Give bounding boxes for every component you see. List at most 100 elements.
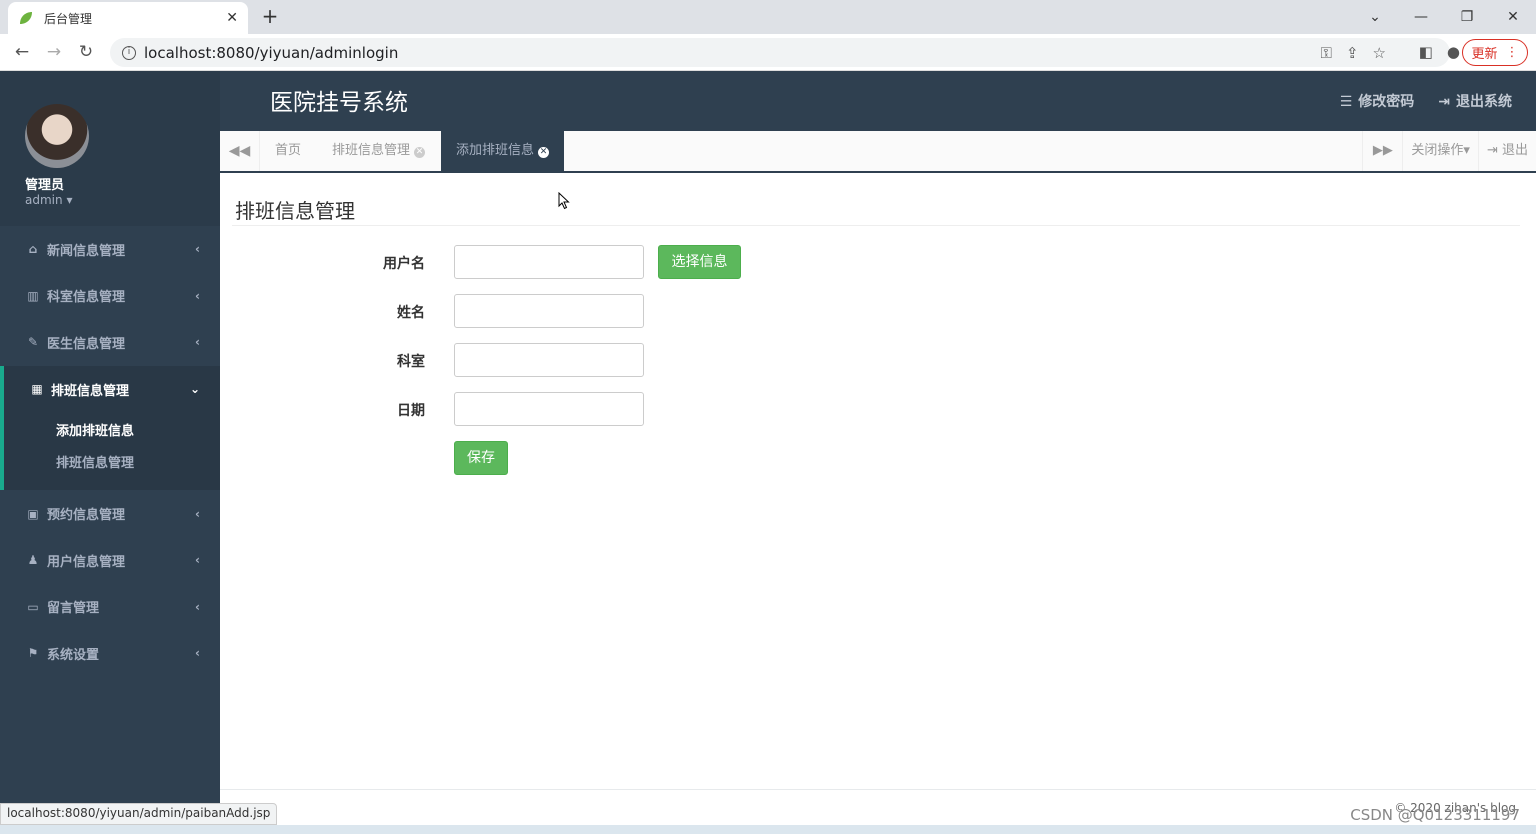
user-role-dropdown[interactable]: admin ▾: [25, 193, 72, 207]
browser-tab[interactable]: 后台管理 ✕: [8, 2, 248, 34]
date-input[interactable]: [454, 392, 644, 426]
submenu-item-schedule-manage[interactable]: 排班信息管理: [56, 448, 220, 480]
sidebar-item-messages[interactable]: ▭ 留言管理 ‹: [0, 584, 220, 631]
home-icon: ⌂: [28, 242, 38, 257]
chevron-left-icon: ‹: [195, 646, 200, 661]
back-icon[interactable]: ←: [10, 41, 34, 65]
sidebar-item-doctors[interactable]: ✎ 医生信息管理 ‹: [0, 319, 220, 366]
sign-out-icon: ⇥: [1438, 94, 1450, 110]
link-status-bar: localhost:8080/yiyuan/admin/paibanAdd.js…: [0, 803, 278, 825]
main-content: 排班信息管理 用户名 选择信息 姓名 科室 日期 保存: [220, 175, 1536, 789]
exit-tab-button[interactable]: ⇥ 退出: [1477, 131, 1536, 171]
sidebar-item-label: 排班信息管理: [51, 383, 130, 399]
tabs-scroll-left-icon[interactable]: ◀◀: [220, 131, 260, 171]
profile-block: 管理员 admin ▾: [0, 71, 220, 226]
sidebar-item-appointments[interactable]: ▣ 预约信息管理 ‹: [0, 490, 220, 537]
chevron-left-icon: ‹: [195, 599, 200, 614]
os-taskbar: [0, 825, 1536, 834]
tab-label: 首页: [275, 143, 302, 158]
spring-leaf-icon: [20, 12, 32, 24]
chevron-left-icon: ‹: [195, 506, 200, 521]
site-title: 医院挂号系统: [270, 90, 408, 116]
bar-chart-icon: ▥: [27, 288, 39, 303]
url-action-icons: ⚿ ⇪ ☆: [1321, 44, 1386, 62]
close-tab-icon[interactable]: ✕: [538, 147, 550, 158]
forward-icon[interactable]: →: [42, 41, 66, 65]
sign-out-icon: ⇥: [1486, 143, 1498, 158]
chevron-left-icon: ‹: [195, 335, 200, 350]
close-window-button[interactable]: ✕: [1490, 9, 1536, 25]
chevron-down-icon: ⌄: [189, 382, 200, 397]
tab-add-schedule[interactable]: 添加排班信息 ✕: [441, 131, 565, 171]
reload-icon[interactable]: ↻: [74, 41, 98, 65]
change-password-link[interactable]: ☰ 修改密码: [1340, 91, 1415, 111]
close-tab-icon[interactable]: ✕: [414, 147, 426, 158]
tab-search-icon[interactable]: ⌄: [1352, 9, 1398, 25]
tabs-scroll-right-icon[interactable]: ▶▶: [1362, 131, 1402, 171]
sidepanel-icon[interactable]: ◧: [1419, 43, 1433, 61]
select-info-button[interactable]: 选择信息: [658, 245, 741, 279]
tabs-right-controls: ▶▶ 关闭操作▾ ⇥ 退出: [1362, 131, 1536, 171]
monitor-icon: ▭: [27, 599, 39, 614]
header-actions: ☰ 修改密码 ⇥ 退出系统: [1340, 91, 1512, 111]
sidebar-item-news[interactable]: ⌂ 新闻信息管理 ‹: [0, 226, 220, 273]
name-input[interactable]: [454, 294, 644, 328]
maximize-button[interactable]: ❐: [1444, 9, 1490, 25]
mouse-cursor-icon: [558, 192, 570, 210]
sidebar-item-label: 系统设置: [47, 647, 100, 663]
tab-label: 排班信息管理: [332, 143, 411, 158]
username-input[interactable]: [454, 245, 644, 279]
caret-down-icon: ▾: [66, 193, 73, 207]
sidebar-item-settings[interactable]: ⚑ 系统设置 ‹: [0, 630, 220, 677]
chevron-left-icon: ‹: [195, 288, 200, 303]
tab-schedule-manage[interactable]: 排班信息管理 ✕: [317, 131, 440, 171]
tab-home[interactable]: 首页: [260, 131, 316, 171]
close-ops-label: 关闭操作: [1411, 143, 1464, 158]
browser-tab-bar: 后台管理 ✕ + ⌄ — ❐ ✕: [0, 0, 1536, 34]
page-title: 排班信息管理: [235, 199, 355, 223]
address-bar-row: ← → ↻ i localhost:8080/yiyuan/adminlogin…: [0, 34, 1536, 71]
key-icon[interactable]: ⚿: [1321, 44, 1332, 62]
browser-tab-title: 后台管理: [44, 11, 93, 26]
sidebar-item-label: 医生信息管理: [47, 336, 126, 352]
change-password-label: 修改密码: [1358, 94, 1415, 110]
new-tab-button[interactable]: +: [260, 4, 280, 28]
site-info-icon[interactable]: i: [122, 45, 136, 60]
logout-link[interactable]: ⇥ 退出系统: [1438, 91, 1512, 111]
close-operations-dropdown[interactable]: 关闭操作▾: [1402, 131, 1478, 171]
title-divider: [232, 225, 1520, 226]
save-button[interactable]: 保存: [454, 441, 508, 475]
schedule-submenu: 添加排班信息 排班信息管理: [0, 412, 220, 491]
table-icon: ▦: [31, 382, 43, 397]
name-row: 姓名: [220, 294, 1020, 328]
sidebar-item-departments[interactable]: ▥ 科室信息管理 ‹: [0, 273, 220, 320]
user-name: 管理员: [25, 178, 65, 193]
department-input[interactable]: [454, 343, 644, 377]
name-label: 姓名: [397, 305, 425, 321]
sidebar-item-schedule[interactable]: ▦ 排班信息管理 ⌄: [0, 365, 220, 413]
department-label: 科室: [397, 354, 425, 370]
close-tab-icon[interactable]: ✕: [226, 10, 238, 26]
top-header: 医院挂号系统 ☰ 修改密码 ⇥ 退出系统: [220, 71, 1536, 131]
avatar[interactable]: [25, 104, 89, 168]
url-field[interactable]: i localhost:8080/yiyuan/adminlogin: [110, 38, 1450, 67]
department-row: 科室: [220, 343, 1020, 377]
submenu-item-add-schedule[interactable]: 添加排班信息: [56, 416, 220, 448]
sidebar-menu: ⌂ 新闻信息管理 ‹ ▥ 科室信息管理 ‹ ✎ 医生信息管理 ‹ ▦ 排班信息管理 ⌄ 添加排班…: [0, 226, 220, 677]
chevron-left-icon: ‹: [195, 553, 200, 568]
list-icon: ☰: [1339, 94, 1353, 110]
update-label: 更新: [1471, 47, 1498, 62]
date-label: 日期: [397, 403, 425, 419]
sidebar-item-users[interactable]: ♟ 用户信息管理 ‹: [0, 537, 220, 584]
sidebar-item-label: 科室信息管理: [47, 290, 126, 306]
edit-icon: ✎: [27, 335, 39, 350]
profile-icon[interactable]: ●: [1447, 43, 1460, 61]
minimize-button[interactable]: —: [1398, 9, 1444, 25]
star-icon[interactable]: ☆: [1373, 44, 1386, 62]
update-button[interactable]: 更新 ⋮: [1462, 39, 1528, 66]
content-tabs: ◀◀ 首页 排班信息管理 ✕ 添加排班信息 ✕ ▶▶ 关闭操作▾ ⇥ 退出: [220, 131, 1536, 173]
username-row: 用户名 选择信息: [220, 245, 1020, 279]
sidebar-item-label: 新闻信息管理: [47, 243, 126, 259]
share-icon[interactable]: ⇪: [1346, 44, 1359, 62]
chevron-left-icon: ‹: [195, 242, 200, 257]
